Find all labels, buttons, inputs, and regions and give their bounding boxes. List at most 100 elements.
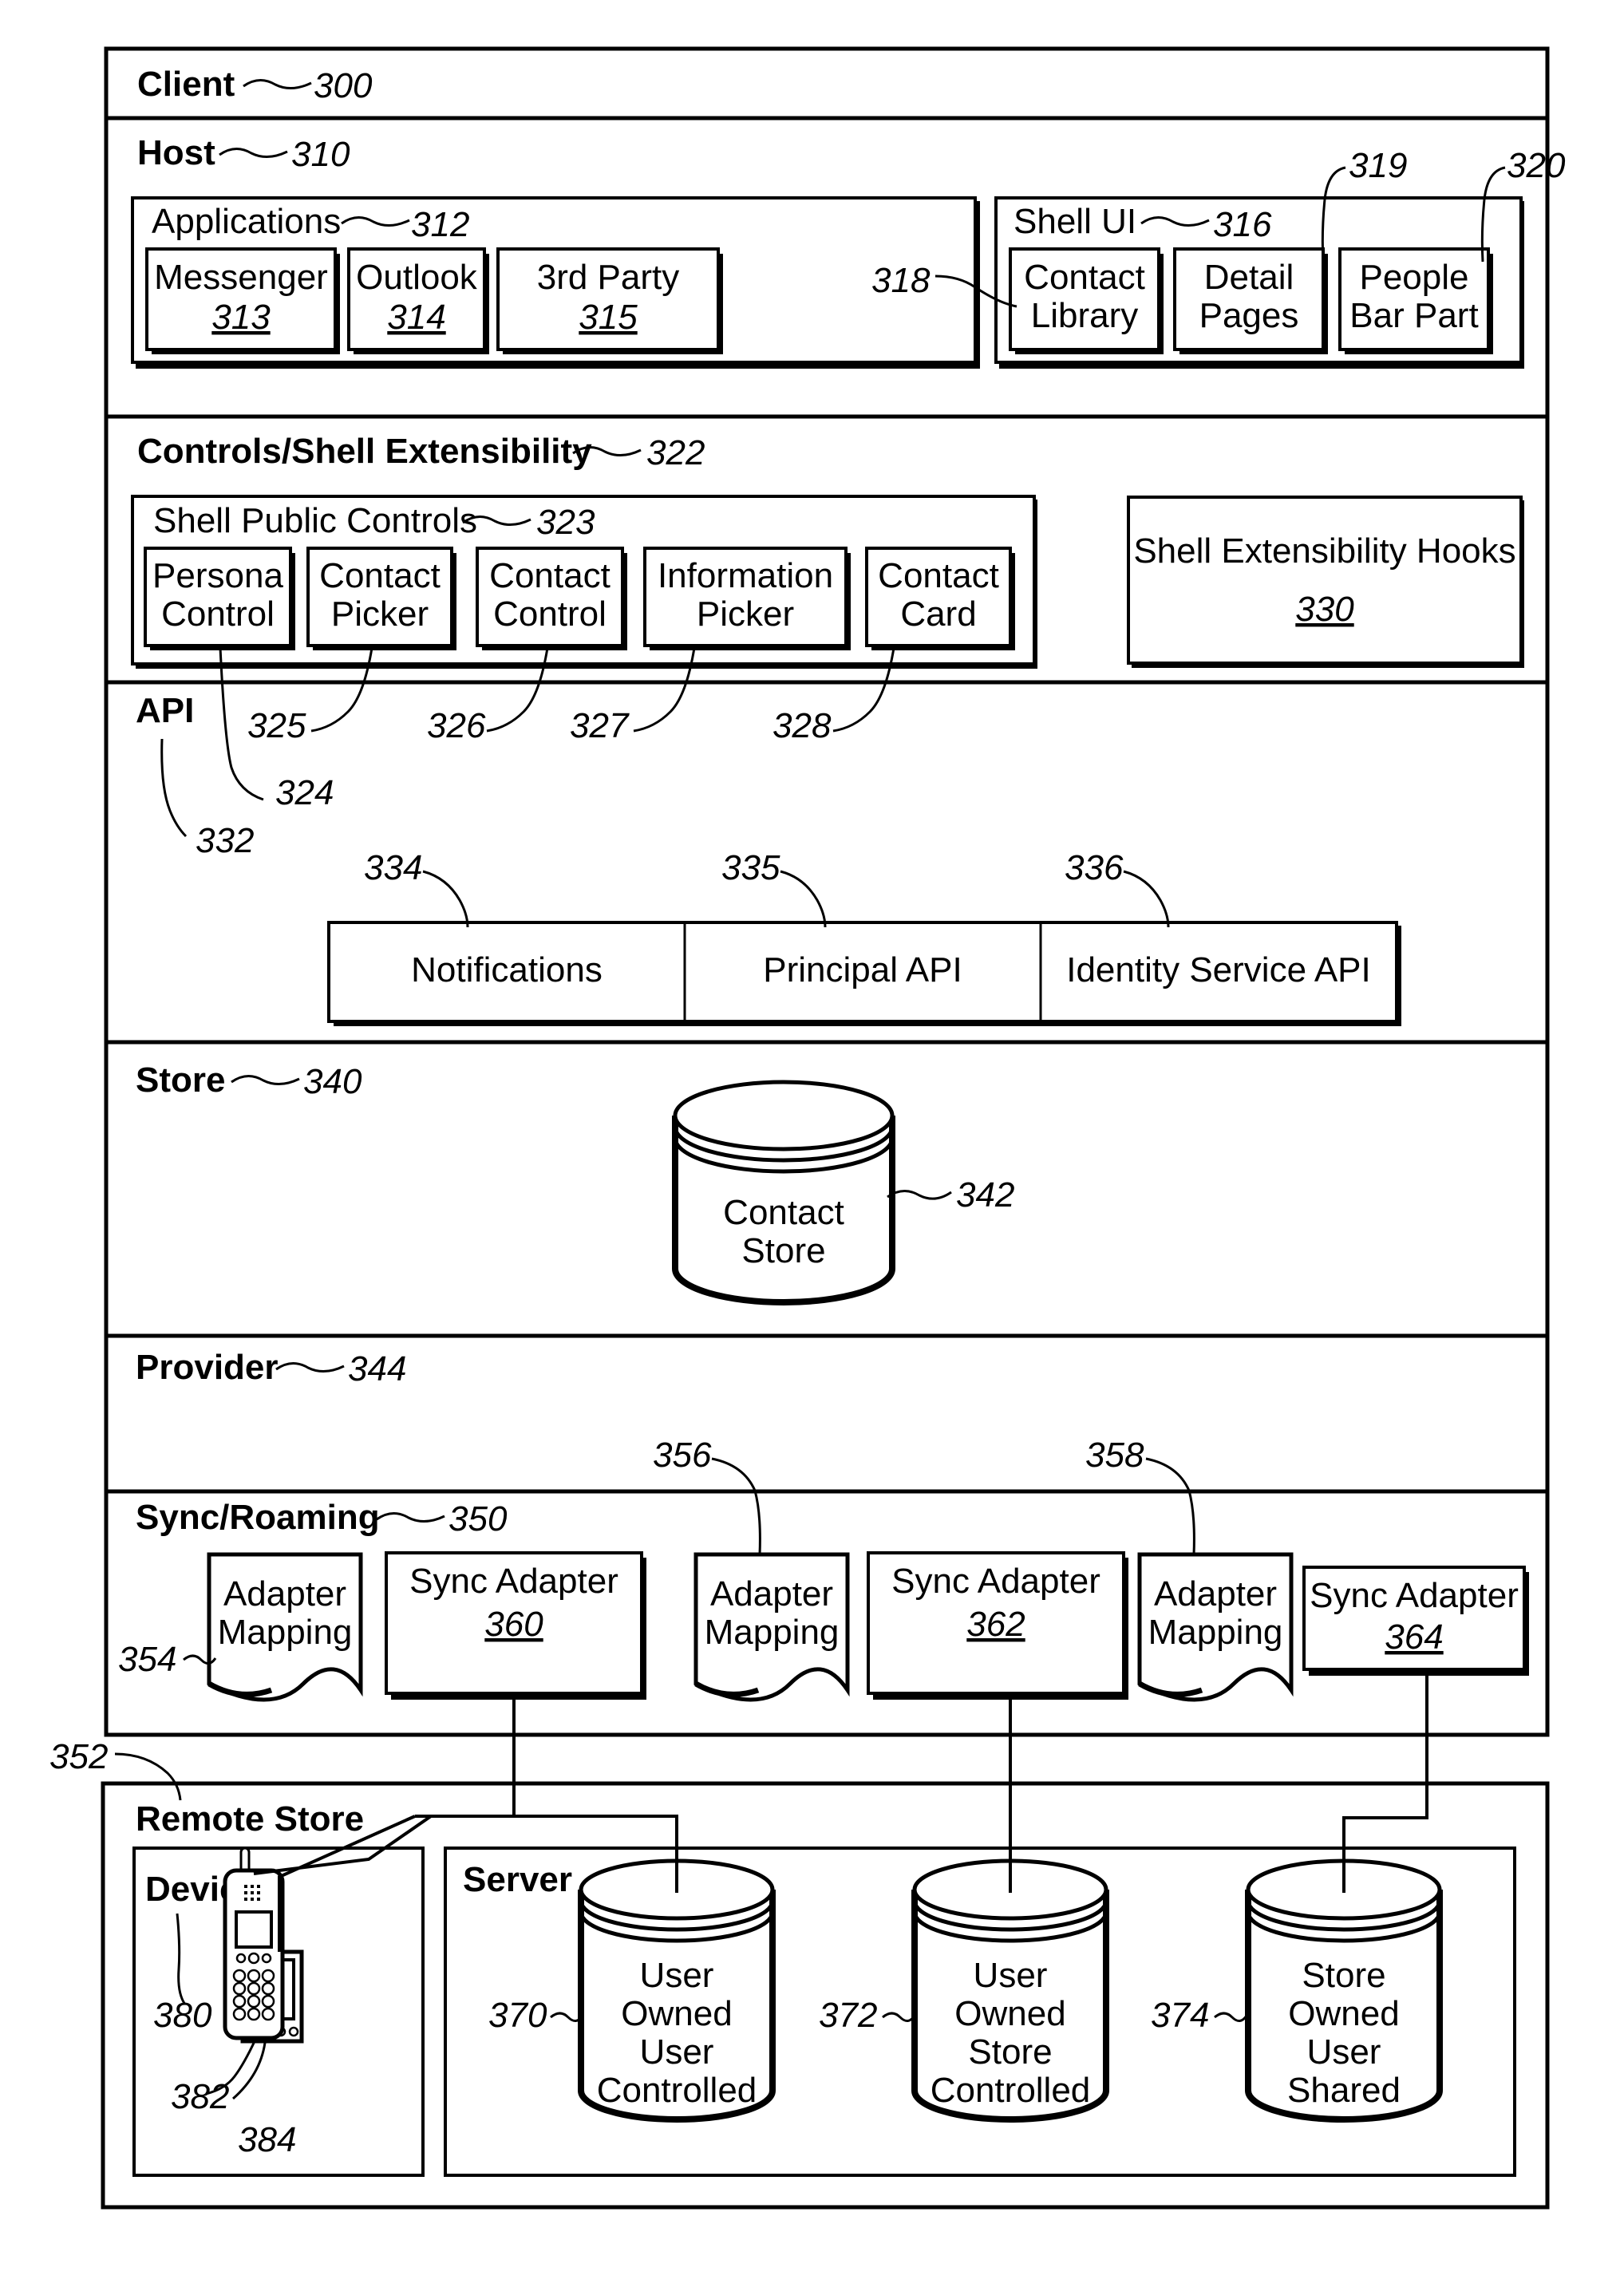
app-3rd-party: 3rd Party 315 [496, 247, 723, 354]
svg-text:Store: Store [741, 1231, 825, 1270]
contact-card: Contact Card [865, 547, 1015, 650]
svg-text:313: 313 [211, 298, 271, 337]
svg-text:Owned: Owned [954, 1994, 1065, 2033]
svg-text:315: 315 [579, 298, 638, 337]
sync-adapter-364: Sync Adapter 364 [1302, 1566, 1529, 1676]
sync-adapter-362: Sync Adapter 362 [867, 1551, 1128, 1700]
svg-text:3rd Party: 3rd Party [537, 258, 680, 297]
api-bar: Notifications Principal API Identity Ser… [327, 921, 1401, 1026]
svg-text:Adapter: Adapter [1154, 1574, 1277, 1614]
server-label: Server [463, 1860, 572, 1899]
svg-text:Shell Extensibility Hooks: Shell Extensibility Hooks [1133, 531, 1515, 571]
shell-public-controls-group: Shell Public Controls 323 Persona Contro… [131, 495, 1037, 669]
phone-ref: 384 [238, 2120, 296, 2159]
svg-text:Owned: Owned [621, 1994, 732, 2033]
remote-store-label: Remote Store [136, 1799, 364, 1839]
host-leader [219, 148, 288, 158]
store-label: Store [136, 1061, 225, 1100]
persona-control: Persona Control [144, 547, 295, 650]
layer-controls: Controls/Shell Extensibility 322 Shell P… [131, 432, 1524, 669]
contact-library-ref: 318 [871, 261, 931, 300]
contact-picker: Contact Picker [306, 547, 456, 650]
contact-store-ref: 342 [956, 1175, 1014, 1215]
svg-text:Contact: Contact [878, 556, 999, 595]
svg-text:Sync Adapter: Sync Adapter [891, 1562, 1100, 1601]
contact-picker-ref: 325 [247, 706, 306, 745]
pda-ref: 382 [171, 2077, 229, 2116]
svg-text:Mapping: Mapping [705, 1613, 840, 1652]
layer-api: API 332 Notifications Principal API Iden… [136, 691, 1401, 1026]
api-label: API [136, 691, 194, 730]
api-identity-service: Identity Service API [1066, 950, 1371, 989]
api-notifications: Notifications [411, 950, 603, 989]
applications-label: Applications [152, 202, 341, 241]
svg-text:User: User [640, 2032, 714, 2072]
adapter-mapping-358-ref: 358 [1085, 1436, 1144, 1475]
svg-text:Bar Part: Bar Part [1349, 296, 1478, 335]
architecture-diagram: Client 300 Host 310 Applications 312 Mes… [49, 46, 1566, 2210]
applications-ref: 312 [411, 205, 469, 244]
layer-store: Store 340 Contact Store 342 [136, 1061, 1014, 1305]
detail-pages: Detail Pages [1173, 247, 1328, 354]
controls-ref: 322 [646, 433, 705, 472]
svg-text:Outlook: Outlook [356, 258, 478, 297]
app-messenger: Messenger 313 [145, 247, 340, 354]
store-374-ref: 374 [1151, 1996, 1209, 2035]
svg-text:Control: Control [493, 594, 607, 634]
people-bar-part-ref: 320 [1507, 146, 1566, 185]
contact-card-ref: 328 [772, 706, 832, 745]
svg-text:Messenger: Messenger [154, 258, 328, 297]
contact-library: Contact Library [1009, 247, 1164, 354]
svg-text:Controlled: Controlled [931, 2071, 1091, 2110]
store-cylinder-370: User Owned User Controlled [578, 1858, 776, 2123]
svg-text:Pages: Pages [1199, 296, 1299, 335]
layer-client: Client 300 [137, 65, 373, 105]
adapter-mapping-358: Adapter Mapping [1137, 1552, 1294, 1702]
store-ref: 340 [303, 1062, 362, 1101]
svg-text:Owned: Owned [1288, 1994, 1399, 2033]
svg-text:User: User [1307, 2032, 1381, 2072]
people-bar-part: People Bar Part [1338, 247, 1493, 354]
store-370-ref: 370 [488, 1996, 547, 2035]
svg-text:Picker: Picker [331, 594, 429, 634]
server-group: Server User Owned User Controlled 370 Us… [444, 1847, 1516, 2177]
svg-text:Sync Adapter: Sync Adapter [409, 1562, 618, 1601]
svg-text:Mapping: Mapping [1148, 1613, 1283, 1652]
svg-text:Control: Control [161, 594, 275, 634]
adapter-mapping-356: Adapter Mapping [693, 1552, 850, 1702]
store-leader [231, 1075, 300, 1085]
public-controls-ref: 323 [536, 503, 595, 542]
sync-adapter-360: Sync Adapter 360 [385, 1551, 646, 1700]
adapter-mapping-358-leader [1145, 1457, 1195, 1555]
svg-text:Adapter: Adapter [710, 1574, 833, 1614]
notifications-ref: 334 [364, 848, 422, 887]
notifications-leader [422, 870, 469, 928]
mobile-phone-icon [223, 1847, 285, 2040]
store-cylinder-374: Store Owned User Shared [1245, 1858, 1443, 2123]
layer-provider: Provider 344 [136, 1348, 406, 1388]
svg-text:330: 330 [1295, 590, 1354, 629]
principal-leader [780, 870, 827, 928]
svg-text:Store: Store [968, 2032, 1052, 2072]
svg-text:Detail: Detail [1204, 258, 1294, 297]
api-principal: Principal API [763, 950, 962, 989]
api-leader [160, 738, 188, 838]
svg-text:Contact: Contact [489, 556, 610, 595]
controls-label: Controls/Shell Extensibility [137, 432, 592, 471]
store-cylinder-372: User Owned Store Controlled [911, 1858, 1109, 2123]
svg-text:Persona: Persona [152, 556, 283, 595]
client-label: Client [137, 65, 235, 104]
remote-store-ref: 352 [49, 1737, 108, 1776]
svg-text:Store: Store [1302, 1956, 1385, 1995]
sync-ref: 350 [448, 1499, 508, 1538]
svg-text:Library: Library [1031, 296, 1139, 335]
svg-text:User: User [974, 1956, 1048, 1995]
identity-service-ref: 336 [1065, 848, 1124, 887]
adapter-mapping-356-leader [711, 1457, 761, 1555]
control-leaders: 324 325 326 327 328 [219, 647, 895, 812]
host-label: Host [137, 133, 215, 172]
information-picker-ref: 327 [570, 706, 630, 745]
public-controls-label: Shell Public Controls [153, 501, 477, 540]
devices-ref: 380 [153, 1996, 212, 2035]
store-372-ref: 372 [819, 1996, 877, 2035]
